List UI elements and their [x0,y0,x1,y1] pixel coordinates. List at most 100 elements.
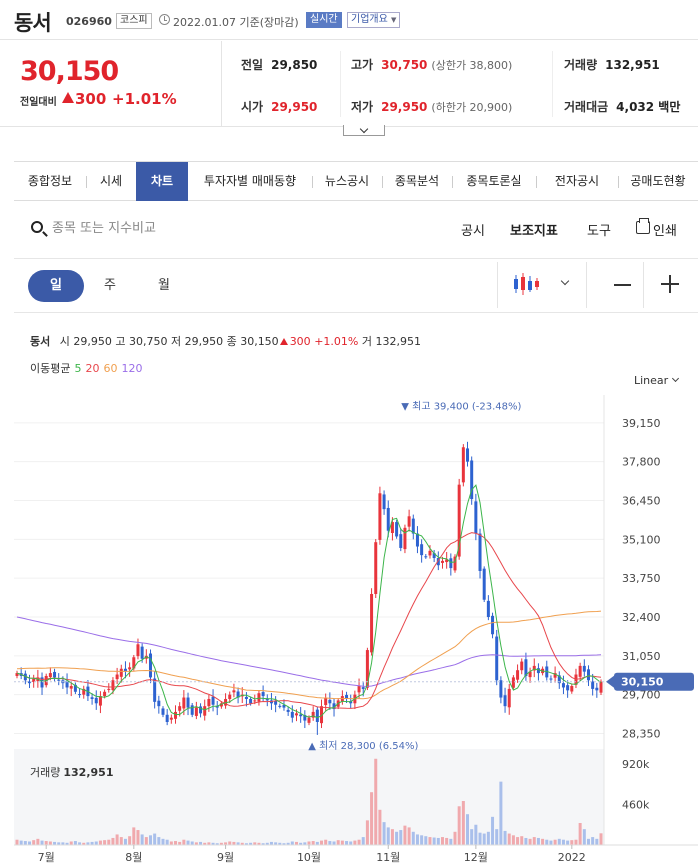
price-panel: 30,150 전일대비 300 +1.01% 전일 29,850 시가 29,950… [0,41,698,136]
dropdown-arrow-icon: ▼ [391,16,397,24]
info-close: 종 30,150 [226,335,279,348]
volume-legend-value: 132,951 [63,766,114,779]
open-price: 시가 29,950 [241,98,317,115]
volume-bar [111,837,115,845]
compare-search-input[interactable] [52,217,272,239]
volume-bar [440,837,444,845]
chevron-down-icon[interactable] [671,374,680,383]
candle-body [48,673,52,678]
tab-9[interactable]: 공매도현황 [618,162,698,201]
company-profile-dropdown[interactable]: 기업개요 ▼ [347,12,401,28]
volume-bar [424,836,428,845]
y-tick-label: 33,750 [622,572,661,585]
change-label: 전일대비 [20,97,57,108]
candle-body [395,522,399,537]
tab-3[interactable]: 차트 [136,162,188,201]
divider [340,51,341,117]
tool-button[interactable]: 도구 [587,220,611,239]
period-1[interactable]: 일 [28,270,84,302]
volume-bar [457,806,461,845]
candle-body [516,670,520,680]
zoom-out-icon[interactable] [614,284,631,286]
tab-8[interactable]: 전자공시 [536,162,618,201]
volume-bar [140,834,144,845]
candle-body [228,694,232,699]
volume-bar [566,840,570,845]
volume-bar [328,841,332,845]
ohlc-info-line: 동서 시 29,950 고 30,750 저 29,950 종 30,150 30… [30,333,421,349]
divider [643,262,644,308]
candle-body [278,705,282,707]
volume-bar [107,839,111,845]
chevron-down-icon[interactable] [560,276,570,286]
info-volume: 거 132,951 [361,335,421,348]
tab-6[interactable]: 종목분석 [382,162,452,201]
y-tick-label: 39,150 [622,417,661,430]
tab-2[interactable]: 시세 [86,162,136,201]
realtime-button[interactable]: 실시간 [306,12,342,28]
volume-bar [470,829,474,845]
x-tick-label: 8월 [125,851,142,864]
volume-legend-label: 거래량 [30,766,61,779]
expand-toggle-button[interactable] [343,125,385,136]
price-chart[interactable]: 39,150 37,800 36,450 35,100 33,750 32,400 31,0… [0,395,698,864]
volume-bar [15,839,19,845]
candle-body [107,688,111,690]
search-icon[interactable] [31,221,43,233]
candle-body [324,697,328,706]
volume-bar [507,833,511,845]
tab-5[interactable]: 뉴스공시 [312,162,382,201]
indicator-button[interactable]: 보조지표 [510,220,558,239]
tab-7[interactable]: 종목토론실 [452,162,536,201]
ma-legend-item: 5 [74,362,82,375]
print-icon[interactable] [636,218,650,234]
volume-bar [186,840,190,845]
volume-bar [428,837,432,845]
x-tick-label: 2022 [558,851,586,864]
volume-bar [582,829,586,845]
period-3[interactable]: 월 [136,270,192,302]
scale-mode-select[interactable]: Linear [634,374,668,387]
tab-4[interactable]: 투자자별 매매동향 [188,162,312,201]
volume-bar [395,831,399,845]
divider [552,51,553,117]
volume-bar [403,825,407,845]
period-2[interactable]: 주 [82,270,138,302]
zoom-in-icon[interactable] [661,275,679,293]
stock-header: 동서 026960 코스피 2022.01.07 기준(장마감) 실시간 기업개… [0,0,698,40]
ma-legend-item: 20 [85,362,100,375]
prev-close-label: 전일 [241,58,264,72]
candle-body [186,697,190,708]
section-tabs: 종합정보 시세 차트 투자자별 매매동향 뉴스공시 종목분석 종목토론실 전자공시 공매도현황 [14,161,698,201]
divider [497,262,498,308]
volume-bar [453,831,457,845]
candle-body [161,708,165,715]
candle-body [491,615,495,635]
volume-bar [574,839,578,845]
candle-body [253,700,257,702]
volume-bar [36,838,40,845]
info-open: 시 29,950 [59,335,112,348]
volume-bar [482,833,486,845]
volume-bar [23,841,27,845]
candle-chart-type-icon[interactable] [512,273,542,295]
candle-body [386,507,390,531]
volume-bar [336,840,340,845]
tab-1[interactable]: 종합정보 [14,162,86,201]
volume-bar [432,837,436,845]
notice-button[interactable]: 공시 [461,220,485,239]
candle-body [307,717,311,723]
price-change: 300 [75,90,107,108]
candle-body [591,681,595,689]
y-tick-label: 31,050 [622,650,661,663]
volume-bar [311,841,315,845]
volume-bar [128,836,132,845]
current-price-tag-pointer [606,675,614,688]
high-price: 고가 30,750 (상한가 38,800) [351,56,512,73]
candle-body [382,494,386,510]
print-button[interactable]: 인쇄 [653,220,677,239]
upper-limit: (상한가 38,800) [431,59,513,72]
candle-body [495,636,499,681]
volume-bar [340,840,344,845]
candle-body [374,542,378,594]
